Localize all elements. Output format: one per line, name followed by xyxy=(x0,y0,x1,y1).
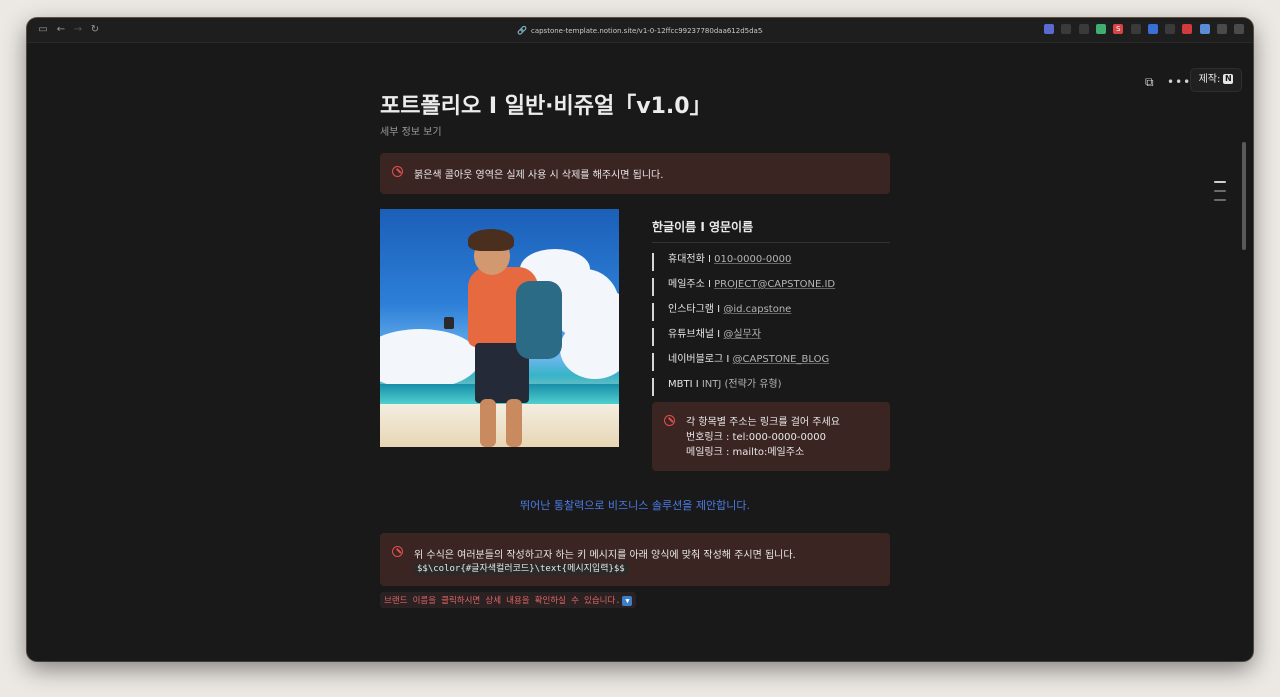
youtube-link[interactable]: @실무자 xyxy=(723,329,761,340)
made-by-button[interactable]: 제작: N xyxy=(1190,68,1242,92)
prohibited-icon xyxy=(392,166,403,177)
brand-note: 브랜드 이름을 클릭하시면 상세 내용을 확인하실 수 있습니다. ▼ xyxy=(380,592,637,608)
extension-12-icon[interactable] xyxy=(1234,24,1245,34)
extension-3-icon[interactable] xyxy=(1078,24,1089,34)
duplicate-icon[interactable]: ⧉ xyxy=(1145,72,1154,92)
formula-code: $$\color{#글자색컬러코드}\text{메시지입력}$$ xyxy=(414,563,628,575)
details-link[interactable]: 세부 정보 보기 xyxy=(380,123,442,138)
profile-image[interactable] xyxy=(380,209,619,447)
sidebar-icon[interactable]: ▭ xyxy=(36,23,50,37)
browser-toolbar: ▭ ← → ↻ 🔗 capstone-template.notion.site/v… xyxy=(27,18,1253,43)
extension-7-icon[interactable] xyxy=(1147,24,1158,34)
toc-marker-3[interactable] xyxy=(1214,199,1226,201)
profile-name: 한글이름 I 영문이름 xyxy=(652,220,754,234)
extension-1-icon[interactable] xyxy=(1044,24,1054,34)
extension-2-icon[interactable] xyxy=(1061,24,1072,34)
callout-links-line-2: 번호링크 : tel:000-0000-0000 xyxy=(686,432,826,443)
info-phone: 휴대전화 I 010-0000-0000 xyxy=(652,253,791,271)
page-title: 포트폴리오 I 일반·비쥬얼「v1.0」 xyxy=(380,94,712,119)
url-text: capstone-template.notion.site/v1-0-12ffc… xyxy=(530,27,763,35)
link-icon: 🔗 xyxy=(517,26,527,35)
tagline: 뛰어난 통찰력으로 비즈니스 솔루션을 제안합니다. xyxy=(519,499,750,512)
info-mbti: MBTI I INTJ (전략가 유형) xyxy=(652,378,782,396)
notion-logo-icon: N xyxy=(1223,74,1234,84)
notion-page: ⧉ ••• 제작: N 포트폴리오 I 일반·비쥬얼「v1.0」 세부 정보 보기… xyxy=(27,44,1253,661)
callout-links-line-3: 메일링크 : mailto:메일주소 xyxy=(686,447,805,458)
info-youtube: 유튜브채널 I @실무자 xyxy=(652,328,761,346)
extension-9-icon[interactable] xyxy=(1182,24,1193,34)
info-instagram: 인스타그램 I @id.capstone xyxy=(652,303,791,321)
browser-window: ▭ ← → ↻ 🔗 capstone-template.notion.site/v… xyxy=(27,18,1253,661)
made-by-label: 제작: xyxy=(1198,74,1221,85)
name-divider xyxy=(652,242,890,243)
extension-5-icon[interactable]: S xyxy=(1113,24,1124,34)
extension-10-icon[interactable] xyxy=(1199,24,1210,34)
scrollbar-thumb[interactable] xyxy=(1242,142,1246,250)
email-link[interactable]: PROJECT@CAPSTONE.ID xyxy=(714,279,835,290)
toc-marker-1[interactable] xyxy=(1214,181,1226,183)
callout-links: 각 항목별 주소는 링크를 걸어 주세요 번호링크 : tel:000-0000… xyxy=(652,402,890,471)
prohibited-icon xyxy=(392,546,403,557)
extension-6-icon[interactable] xyxy=(1130,24,1141,34)
extension-8-icon[interactable] xyxy=(1165,24,1176,34)
extension-11-icon[interactable] xyxy=(1217,24,1227,34)
address-bar[interactable]: 🔗 capstone-template.notion.site/v1-0-12ff… xyxy=(517,24,763,37)
info-email: 메일주소 I PROJECT@CAPSTONE.ID xyxy=(652,278,835,296)
back-icon[interactable]: ← xyxy=(54,23,68,37)
extension-4-icon[interactable] xyxy=(1095,24,1106,34)
mbti-value: INTJ (전략가 유형) xyxy=(701,379,782,390)
reload-icon[interactable]: ↻ xyxy=(88,23,102,37)
prohibited-icon xyxy=(664,415,675,426)
down-arrow-icon: ▼ xyxy=(622,595,633,606)
forward-icon[interactable]: → xyxy=(71,23,85,37)
callout-top-text: 붉은색 콜아웃 영역은 실제 사용 시 삭제를 해주시면 됩니다. xyxy=(414,170,664,181)
callout-bottom-text: 위 수식은 여러분들의 작성하고자 하는 키 메시지를 아래 양식에 맞춰 작성… xyxy=(414,550,796,561)
scrollbar[interactable] xyxy=(1241,94,1247,254)
info-blog: 네이버블로그 I @CAPSTONE_BLOG xyxy=(652,353,829,371)
toc-marker-2[interactable] xyxy=(1214,190,1226,192)
callout-links-line-1: 각 항목별 주소는 링크를 걸어 주세요 xyxy=(686,417,840,428)
blog-link[interactable]: @CAPSTONE_BLOG xyxy=(733,354,830,365)
instagram-link[interactable]: @id.capstone xyxy=(723,304,791,315)
phone-link[interactable]: 010-0000-0000 xyxy=(714,254,791,265)
callout-bottom: 위 수식은 여러분들의 작성하고자 하는 키 메시지를 아래 양식에 맞춰 작성… xyxy=(380,533,890,586)
callout-top: 붉은색 콜아웃 영역은 실제 사용 시 삭제를 해주시면 됩니다. xyxy=(380,153,890,194)
more-icon[interactable]: ••• xyxy=(1167,72,1191,92)
